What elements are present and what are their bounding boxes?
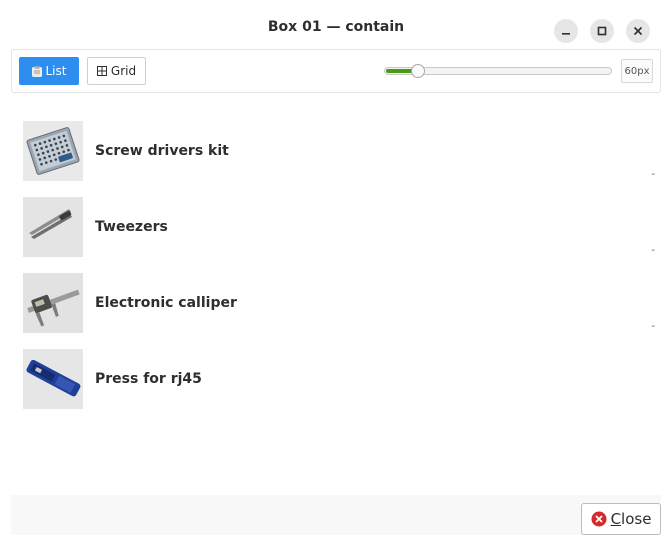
minimize-icon	[562, 33, 570, 35]
maximize-button[interactable]	[590, 19, 614, 43]
rj45-press-thumbnail	[23, 349, 83, 409]
list-item[interactable]: Screw drivers kit -	[11, 121, 661, 197]
close-button-label: Close	[610, 510, 652, 528]
thumbnail-size-slider[interactable]	[384, 63, 614, 79]
list-view-button[interactable]: List	[19, 57, 79, 85]
footer-bar	[11, 495, 661, 535]
grid-view-label: Grid	[110, 64, 137, 78]
item-label: Electronic calliper	[95, 295, 237, 311]
size-value: 60px	[621, 59, 653, 83]
item-marker: -	[651, 321, 655, 332]
title-bar: Box 01 — contain	[0, 0, 672, 46]
list-item[interactable]: Press for rj45	[11, 349, 661, 425]
toolbar: List Grid 60px	[11, 49, 661, 93]
clipboard-icon	[31, 65, 42, 77]
item-marker: -	[651, 169, 655, 180]
list-item[interactable]: Electronic calliper -	[11, 273, 661, 349]
close-button[interactable]: Close	[581, 503, 661, 535]
minimize-button[interactable]	[554, 19, 578, 43]
item-label: Tweezers	[95, 219, 168, 235]
close-circle-icon	[591, 511, 607, 527]
item-list: Screw drivers kit - Tweezers - Electroni…	[11, 95, 661, 493]
list-item[interactable]: Tweezers -	[11, 197, 661, 273]
slider-handle[interactable]	[411, 64, 425, 78]
grid-view-button[interactable]: Grid	[87, 57, 146, 85]
calliper-thumbnail	[23, 273, 83, 333]
maximize-icon	[597, 26, 607, 36]
list-view-label: List	[45, 64, 67, 78]
item-label: Screw drivers kit	[95, 143, 229, 159]
tweezers-thumbnail	[23, 197, 83, 257]
item-label: Press for rj45	[95, 371, 202, 387]
window-close-button[interactable]	[626, 19, 650, 43]
close-icon	[633, 26, 643, 36]
screwdriver-kit-thumbnail	[23, 121, 83, 181]
grid-icon	[96, 66, 107, 76]
item-marker: -	[651, 245, 655, 256]
